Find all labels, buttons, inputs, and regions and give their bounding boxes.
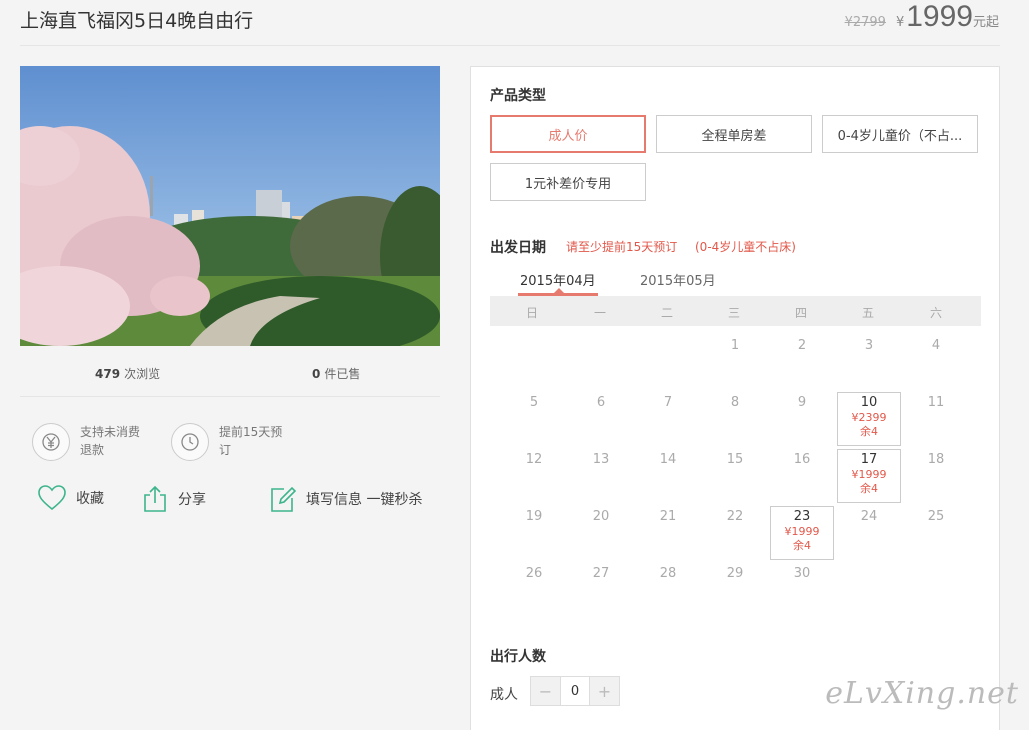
sold-count: 0 (312, 367, 321, 381)
share-button[interactable]: 分享 (142, 485, 206, 513)
calendar-day: 15 (726, 452, 744, 467)
calendar-day: 25 (927, 509, 945, 524)
fill-info-label: 填写信息 一键秒杀 (306, 492, 423, 508)
day-number: 23 (793, 509, 811, 524)
calendar-day: 30 (793, 566, 811, 581)
day-price: ¥1999 (851, 468, 887, 481)
decrement-button[interactable]: − (531, 677, 560, 705)
day-price: ¥1999 (784, 525, 820, 538)
booking-panel: 产品类型 成人价 全程单房差 0-4岁儿童价（不占... 1元补差价专用 出发日… (470, 66, 1000, 730)
travelers-title: 出行人数 (490, 649, 546, 665)
calendar-day: 6 (596, 395, 606, 410)
weekday-mon: 一 (593, 306, 606, 320)
calendar-day: 26 (525, 566, 543, 581)
favorite-label: 收藏 (76, 491, 104, 507)
calendar-day: 14 (659, 452, 677, 467)
calendar-day: 29 (726, 566, 744, 581)
tab-month-april[interactable]: 2015年04月 (520, 270, 596, 289)
feature-refund-text: 支持未消费退款 (80, 425, 141, 457)
calendar-day: 8 (730, 395, 740, 410)
day-remaining: 余4 (793, 539, 811, 552)
adult-label: 成人 (490, 687, 518, 703)
favorite-button[interactable]: 收藏 (38, 485, 104, 511)
weekday-wed: 三 (727, 306, 740, 320)
calendar-day: 20 (592, 509, 610, 524)
original-price: ¥2799 (844, 15, 886, 30)
calendar-day: 5 (529, 395, 539, 410)
calendar-day-available-23[interactable]: 23 ¥1999 余4 (770, 506, 834, 560)
day-number: 10 (860, 395, 878, 410)
currency-symbol: ¥ (895, 15, 905, 30)
calendar-day: 4 (931, 338, 941, 353)
calendar-day: 27 (592, 566, 610, 581)
share-label: 分享 (178, 492, 206, 508)
stats-row: 479 次浏览 0 件已售 (20, 363, 440, 385)
calendar-day: 22 (726, 509, 744, 524)
calendar-day: 28 (659, 566, 677, 581)
share-icon (144, 485, 166, 512)
views-count: 479 (95, 367, 121, 381)
weekday-tue: 二 (660, 306, 673, 320)
day-remaining: 余4 (860, 425, 878, 438)
day-price: ¥2399 (851, 411, 887, 424)
fill-info-button[interactable]: 填写信息 一键秒杀 (270, 485, 422, 513)
increment-button[interactable]: + (590, 677, 619, 705)
yen-refund-icon (32, 423, 70, 461)
heart-icon (38, 485, 66, 511)
child-bed-hint: (0-4岁儿童不占床) (695, 240, 796, 254)
current-price: 1999 (906, 0, 973, 33)
calendar-day-available-10[interactable]: 10 ¥2399 余4 (837, 392, 901, 446)
calendar-day: 18 (927, 452, 945, 467)
stats-divider (20, 396, 440, 397)
calendar-day: 24 (860, 509, 878, 524)
page-title: 上海直飞福冈5日4晚自由行 (20, 10, 254, 32)
feature-advance-text: 提前15天预订 (219, 425, 283, 457)
header-divider (20, 45, 1000, 46)
calendar-day: 2 (797, 338, 807, 353)
weekday-thu: 四 (794, 306, 807, 320)
sold-stat: 0 件已售 (312, 365, 360, 382)
adult-quantity-stepper: − 0 + (530, 676, 620, 706)
clock-icon (171, 423, 209, 461)
type-option-adult[interactable]: 成人价 (490, 115, 646, 153)
type-option-single-room[interactable]: 全程单房差 (656, 115, 812, 153)
weekday-sun: 日 (525, 306, 538, 320)
weekday-sat: 六 (929, 306, 942, 320)
feature-refund: 支持未消费退款 (32, 423, 148, 461)
views-label: 次浏览 (124, 367, 161, 381)
day-number: 17 (860, 452, 878, 467)
calendar-day: 11 (927, 395, 945, 410)
feature-advance-booking: 提前15天预订 (171, 423, 287, 461)
calendar-day: 1 (730, 338, 740, 353)
calendar-day: 3 (864, 338, 874, 353)
departure-title: 出发日期 (490, 240, 546, 256)
watermark: eLvXing.net (825, 676, 1019, 711)
price-suffix: 元起 (972, 15, 999, 30)
edit-icon (271, 486, 296, 512)
views-stat: 479 次浏览 (95, 365, 160, 382)
product-photo (20, 66, 440, 346)
calendar-day: 19 (525, 509, 543, 524)
type-option-child[interactable]: 0-4岁儿童价（不占... (822, 115, 978, 153)
adult-count-value[interactable]: 0 (560, 677, 590, 705)
calendar-day: 12 (525, 452, 543, 467)
product-type-title: 产品类型 (490, 88, 546, 104)
weekday-header: 日 一 二 三 四 五 六 (490, 296, 981, 326)
price-box: ¥2799 ¥ 1999 元起 (845, 0, 999, 34)
weekday-fri: 五 (861, 306, 874, 320)
calendar-day: 16 (793, 452, 811, 467)
type-option-one-yuan[interactable]: 1元补差价专用 (490, 163, 646, 201)
calendar-day-available-17[interactable]: 17 ¥1999 余4 (837, 449, 901, 503)
tab-month-may[interactable]: 2015年05月 (640, 270, 716, 289)
advance-booking-hint: 请至少提前15天预订 (566, 240, 678, 254)
calendar-day: 13 (592, 452, 610, 467)
day-remaining: 余4 (860, 482, 878, 495)
calendar-day: 21 (659, 509, 677, 524)
calendar-day: 9 (797, 395, 807, 410)
sold-label: 件已售 (324, 367, 361, 381)
calendar-day: 7 (663, 395, 673, 410)
